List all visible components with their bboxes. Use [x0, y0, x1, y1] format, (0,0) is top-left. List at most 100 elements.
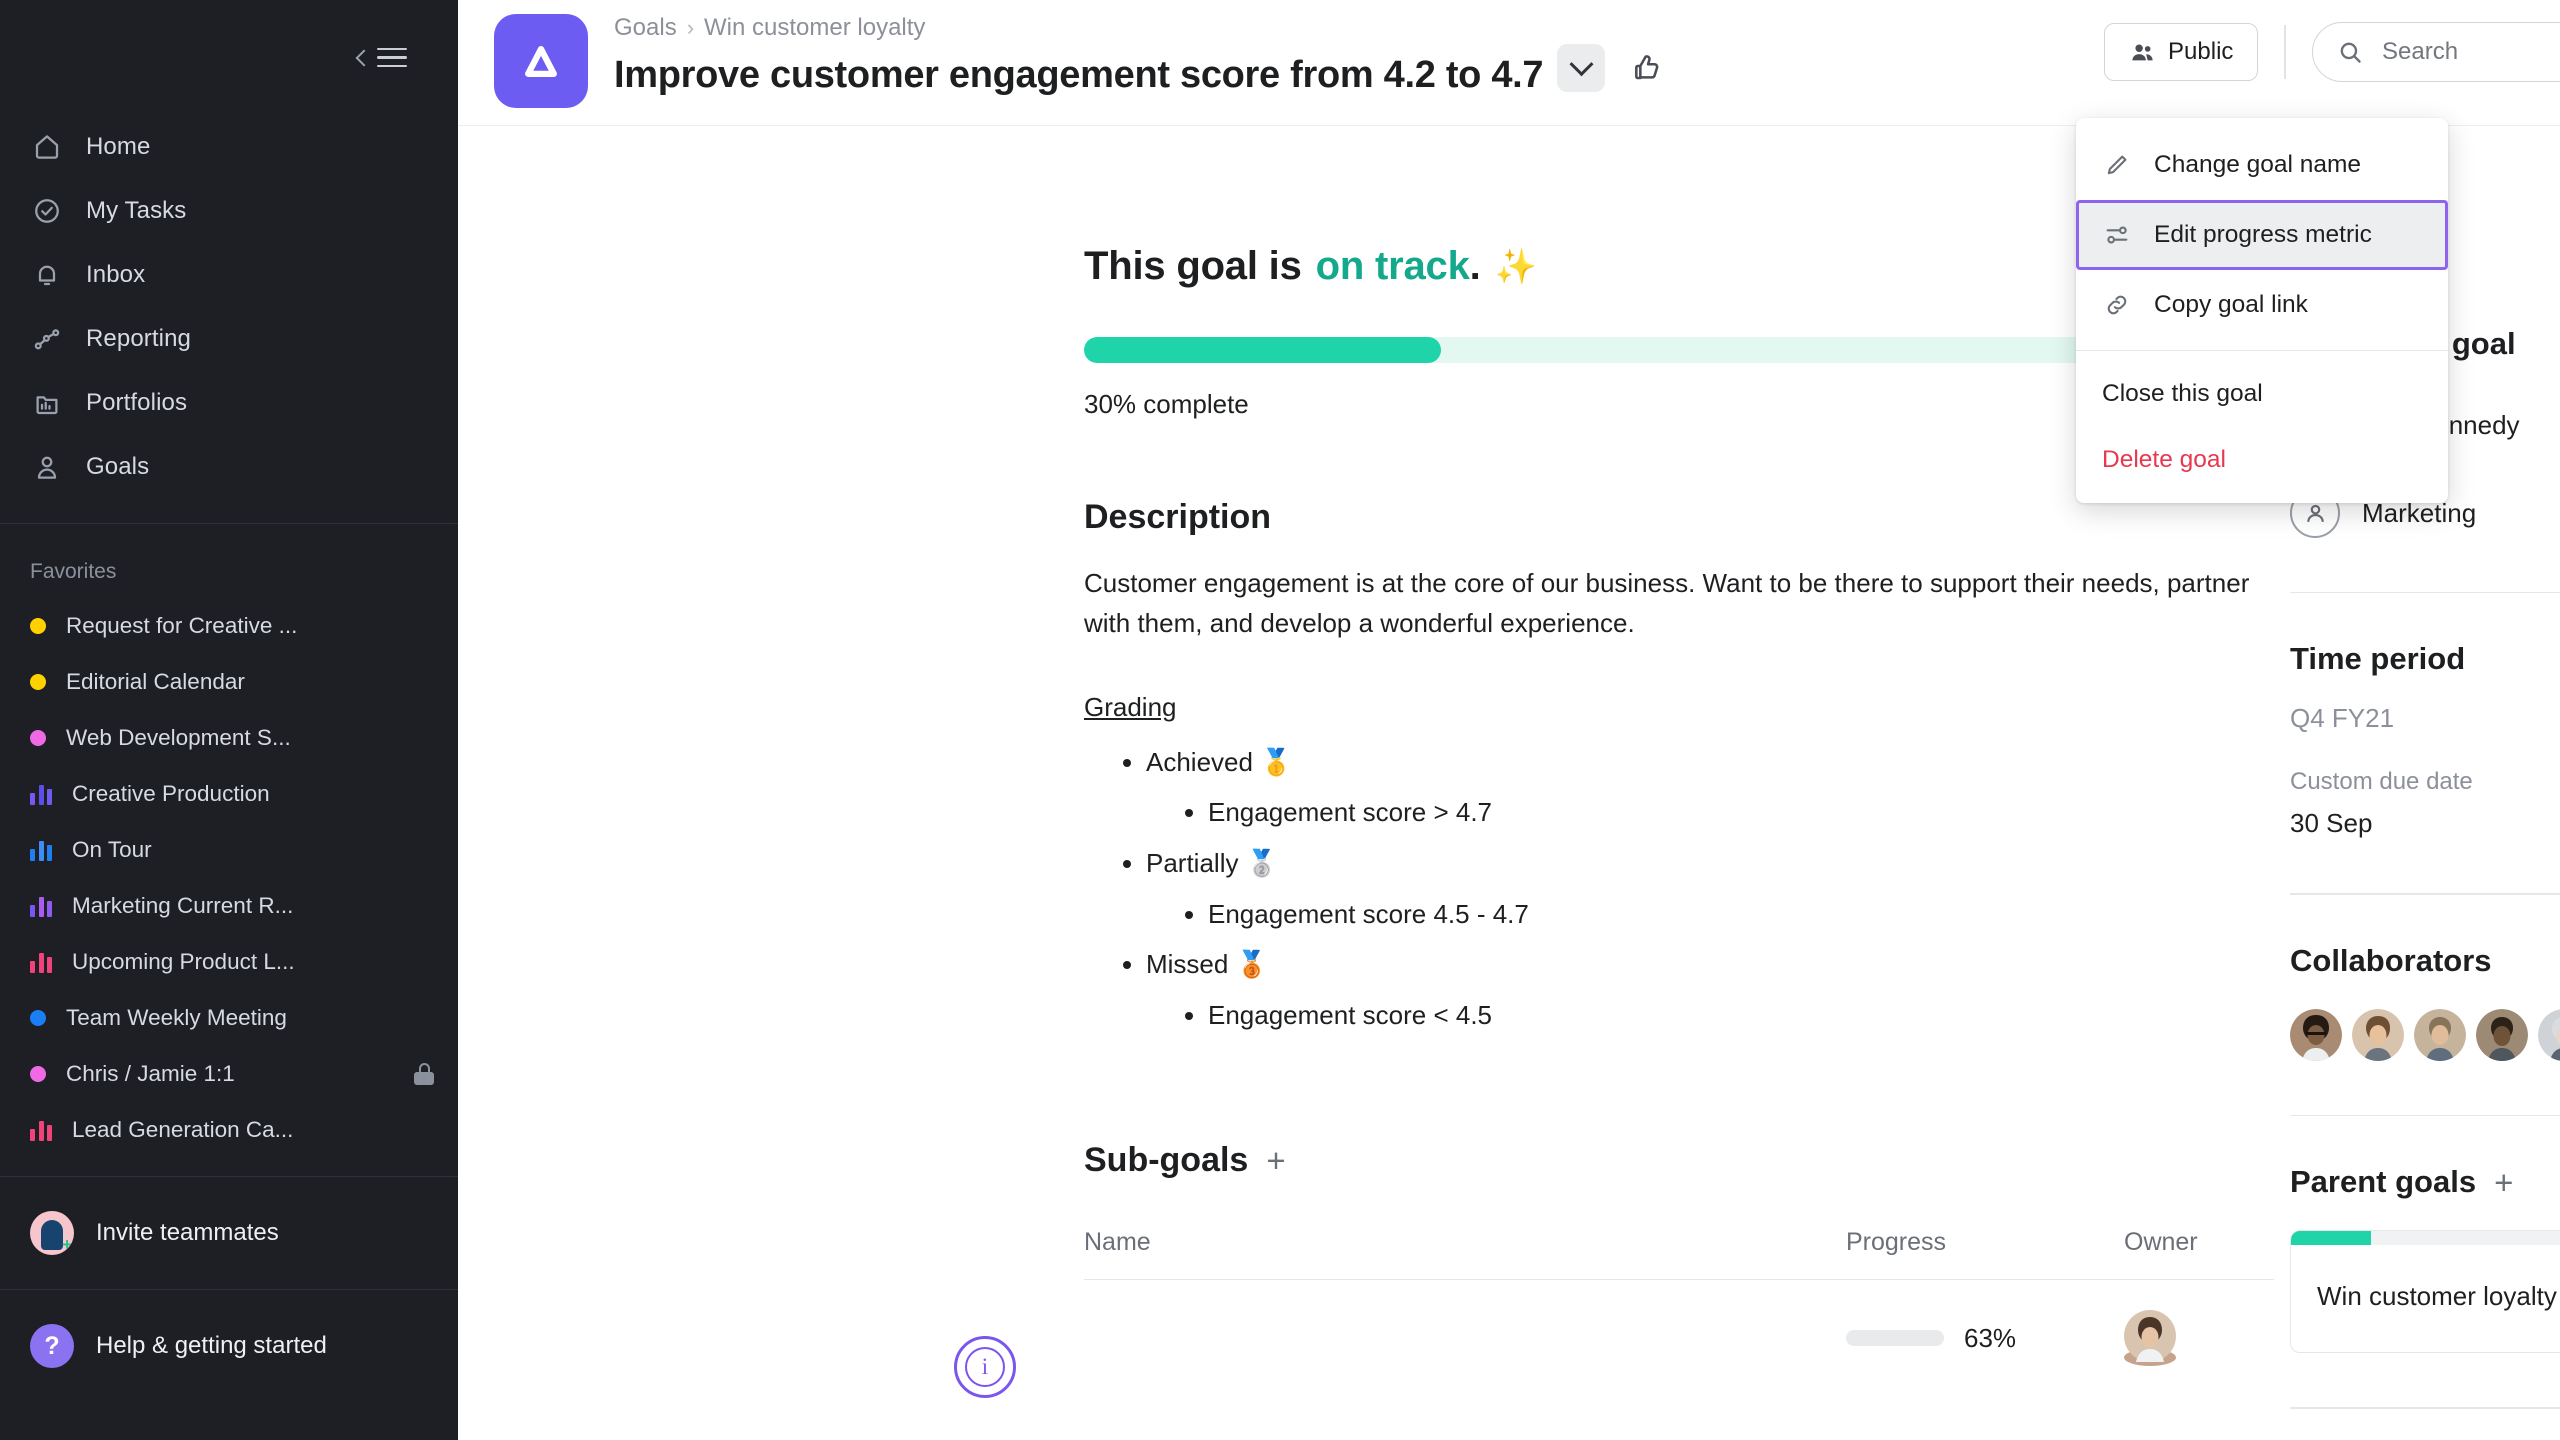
- info-button[interactable]: i: [954, 1336, 1016, 1398]
- favorite-item[interactable]: Lead Generation Ca...: [0, 1102, 458, 1158]
- menu-item-delete-goal[interactable]: Delete goal: [2076, 427, 2448, 493]
- avatar[interactable]: [2124, 1309, 2176, 1366]
- sidebar-item-my-tasks[interactable]: My Tasks: [0, 179, 458, 243]
- panel-divider: [2290, 893, 2560, 895]
- avatar[interactable]: [2414, 1008, 2466, 1061]
- menu-item-close-this-goal[interactable]: Close this goal: [2076, 361, 2448, 427]
- goal-actions-caret-button[interactable]: [1557, 44, 1606, 92]
- menu-item-label: Edit progress metric: [2154, 221, 2372, 248]
- menu-item-edit-progress-metric[interactable]: Edit progress metric: [2076, 200, 2448, 270]
- grading-label: Partially 🥈: [1146, 847, 1279, 878]
- favorite-item[interactable]: On Tour: [0, 822, 458, 878]
- favorite-label: On Tour: [72, 837, 152, 862]
- favorite-item[interactable]: Team Weekly Meeting: [0, 990, 458, 1046]
- goal-person-icon: [30, 450, 64, 484]
- search-input[interactable]: Search: [2312, 22, 2560, 82]
- parent-goal-card[interactable]: Win customer loyalty: [2290, 1230, 2560, 1354]
- goal-type-icon: [494, 14, 588, 108]
- title-block: Goals › Win customer loyalty Improve cus…: [614, 0, 1673, 98]
- parent-goal-progress-fill: [2291, 1231, 2371, 1246]
- parent-goals-header: Parent goals +: [2290, 1164, 2560, 1200]
- public-label: Public: [2168, 38, 2234, 65]
- subgoals-table: Name Progress Owner 63%: [1084, 1228, 2274, 1367]
- custom-due-date-value[interactable]: 30 Sep: [2290, 808, 2560, 839]
- favorite-item[interactable]: Creative Production: [0, 766, 458, 822]
- favorites-header: Favorites: [30, 560, 117, 583]
- subgoal-progress-bar: [1846, 1330, 1944, 1347]
- add-subgoal-button[interactable]: +: [1266, 1144, 1285, 1177]
- parent-goals-title: Parent goals: [2290, 1164, 2477, 1200]
- grading-sub: Engagement score 4.5 - 4.7: [1208, 889, 2274, 940]
- favorite-label: Chris / Jamie 1:1: [66, 1061, 235, 1086]
- table-row[interactable]: 63%: [1084, 1280, 2274, 1367]
- sidebar-item-goals[interactable]: Goals: [0, 435, 458, 499]
- goal-progress-fill: [1084, 337, 1441, 363]
- parent-goal-name: Win customer loyalty: [2317, 1281, 2557, 1312]
- column-header-progress: Progress: [1846, 1227, 1947, 1256]
- favorite-item[interactable]: Editorial Calendar: [0, 654, 458, 710]
- invite-teammates-button[interactable]: + Invite teammates: [0, 1177, 458, 1289]
- project-dot-icon: [30, 1010, 46, 1026]
- subgoal-progress: 63%: [1846, 1323, 2124, 1354]
- dashboard-bars-icon: [30, 839, 52, 861]
- grading-label: Missed 🥉: [1146, 949, 1268, 980]
- sidebar-item-label: Portfolios: [86, 389, 188, 416]
- add-parent-goal-button[interactable]: +: [2494, 1166, 2513, 1199]
- menu-item-label: Delete goal: [2102, 446, 2226, 473]
- avatar[interactable]: [2476, 1008, 2528, 1061]
- page-title: Improve customer engagement score from 4…: [614, 53, 1544, 96]
- sidebar-item-portfolios[interactable]: Portfolios: [0, 371, 458, 435]
- column-header-name: Name: [1084, 1227, 1151, 1256]
- status-badge: on track: [1315, 244, 1470, 288]
- sliders-icon: [2102, 220, 2132, 250]
- collapse-sidebar-button[interactable]: [355, 37, 410, 79]
- project-dot-icon: [30, 674, 46, 690]
- sidebar-item-label: My Tasks: [86, 197, 187, 224]
- parent-goal-progress-bar: [2291, 1231, 2560, 1246]
- invite-person-icon: +: [30, 1211, 74, 1255]
- favorite-item[interactable]: Upcoming Product L...: [0, 934, 458, 990]
- avatar[interactable]: [2538, 1009, 2560, 1061]
- menu-item-copy-goal-link[interactable]: Copy goal link: [2076, 270, 2448, 340]
- favorite-item[interactable]: Marketing Current R...: [0, 878, 458, 934]
- search-icon: [2340, 42, 2361, 63]
- favorite-item[interactable]: Request for Creative ...: [0, 598, 458, 654]
- collaborators-list: +: [2290, 1008, 2560, 1061]
- grading-item: Achieved 🥇 Engagement score > 4.7: [1146, 737, 2274, 838]
- grading-sub: Engagement score > 4.7: [1208, 787, 2274, 838]
- grading-label: Achieved 🥇: [1146, 746, 1293, 777]
- sidebar-item-inbox[interactable]: Inbox: [0, 243, 458, 307]
- sidebar: Home My Tasks Inbox Reporting Portfolios…: [0, 0, 458, 1440]
- favorite-item[interactable]: Web Development S...: [0, 710, 458, 766]
- breadcrumb: Goals › Win customer loyalty: [614, 14, 1673, 42]
- dashboard-bars-icon: [30, 783, 52, 805]
- privacy-public-button[interactable]: Public: [2104, 23, 2259, 81]
- sidebar-item-label: Reporting: [86, 325, 191, 352]
- collaborators-title: Collaborators: [2290, 942, 2492, 978]
- headline-prefix: This goal is: [1084, 244, 1302, 288]
- breadcrumb-separator: ›: [686, 15, 695, 40]
- people-icon: [2132, 44, 2153, 60]
- breadcrumb-parent[interactable]: Win customer loyalty: [704, 14, 925, 42]
- sidebar-item-reporting[interactable]: Reporting: [0, 307, 458, 371]
- sidebar-item-home[interactable]: Home: [0, 115, 458, 179]
- headline-period: .: [1469, 244, 1481, 288]
- lock-icon: [414, 1063, 434, 1085]
- progress-percent-label: 30% complete: [1084, 389, 1249, 419]
- panel-divider: [2290, 592, 2560, 594]
- breadcrumb-root[interactable]: Goals: [614, 14, 677, 42]
- favorite-item[interactable]: Chris / Jamie 1:1: [0, 1046, 458, 1102]
- subgoal-owner: [2124, 1309, 2274, 1367]
- grading-title: Grading: [1084, 691, 1177, 722]
- home-icon: [30, 130, 64, 164]
- panel-divider: [2290, 1114, 2560, 1117]
- avatar[interactable]: [2352, 1008, 2404, 1061]
- folder-chart-icon: [30, 386, 64, 420]
- menu-item-change-goal-name[interactable]: Change goal name: [2076, 130, 2448, 200]
- menu-icon: [377, 47, 407, 68]
- avatar[interactable]: [2290, 1008, 2342, 1061]
- help-button[interactable]: ? Help & getting started: [0, 1290, 458, 1402]
- like-goal-button[interactable]: [1621, 42, 1673, 94]
- time-period-value[interactable]: Q4 FY21: [2290, 703, 2560, 734]
- check-circle-icon: [30, 194, 64, 228]
